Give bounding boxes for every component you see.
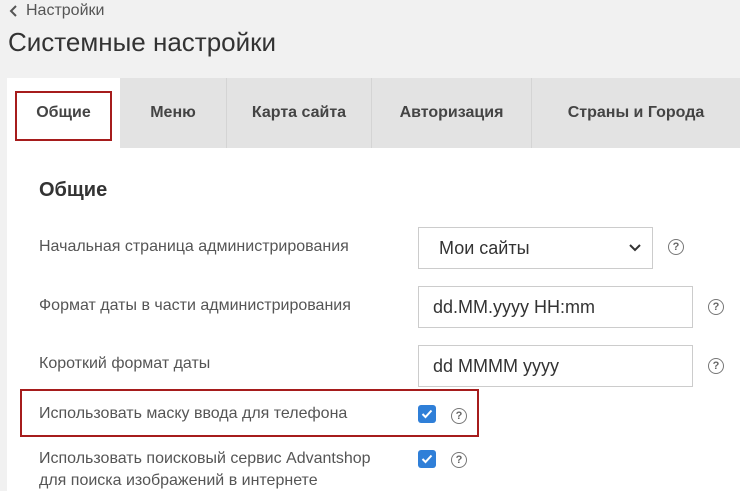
row-label-short-date-format: Короткий формат даты — [39, 355, 211, 372]
section-title: Общие — [39, 179, 108, 201]
back-link-label: Настройки — [26, 2, 105, 19]
image-search-checkbox[interactable] — [418, 450, 436, 468]
checkmark-icon — [421, 454, 433, 464]
help-icon[interactable]: ? — [668, 239, 684, 255]
tab-highlight-box — [15, 91, 112, 141]
settings-panel: Общие Начальная страница администрирован… — [7, 148, 740, 491]
back-link[interactable]: Настройки — [8, 1, 104, 21]
help-icon[interactable]: ? — [451, 452, 467, 468]
tab-general[interactable]: Общие — [7, 78, 120, 148]
row-label-start-page: Начальная страница администрирования — [39, 238, 349, 255]
start-page-select[interactable]: Мои сайты — [418, 227, 653, 269]
tab-bar: Общие Меню Карта сайта Авторизация Стран… — [7, 78, 740, 148]
input-value: dd MMMM yyyy — [433, 355, 559, 376]
row-label-image-search-line2: для поиска изображений в интернете — [39, 472, 318, 489]
phone-mask-highlight-box — [20, 389, 479, 437]
date-format-input[interactable]: dd.MM.yyyy HH:mm — [418, 286, 693, 328]
short-date-format-input[interactable]: dd MMMM yyyy — [418, 345, 693, 387]
select-value: Мои сайты — [439, 237, 530, 258]
tab-label: Меню — [150, 104, 196, 121]
tab-label: Авторизация — [399, 104, 504, 121]
tab-menu[interactable]: Меню — [120, 78, 227, 148]
tab-label: Страны и Города — [567, 104, 705, 121]
input-value: dd.MM.yyyy HH:mm — [433, 296, 595, 317]
row-label-image-search-line1: Использовать поисковый сервис Advantshop — [39, 450, 371, 467]
help-icon[interactable]: ? — [708, 358, 724, 374]
chevron-down-icon — [629, 244, 641, 252]
tab-authorization[interactable]: Авторизация — [372, 78, 532, 148]
tab-sitemap[interactable]: Карта сайта — [227, 78, 372, 148]
chevron-left-icon — [9, 5, 17, 17]
tab-label: Карта сайта — [251, 104, 347, 121]
help-icon[interactable]: ? — [708, 299, 724, 315]
tab-countries-cities[interactable]: Страны и Города — [532, 78, 740, 148]
page-title: Системные настройки — [8, 27, 277, 57]
row-label-date-format: Формат даты в части администрирования — [39, 297, 351, 314]
